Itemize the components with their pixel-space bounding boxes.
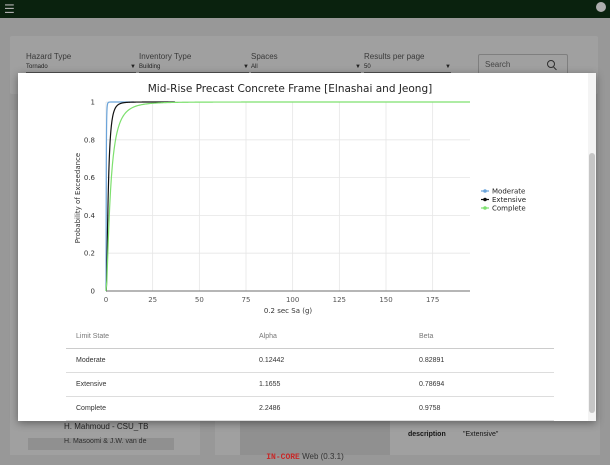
cell-limit-state: Extensive bbox=[76, 381, 107, 388]
table-row: Moderate 0.12442 0.82891 bbox=[66, 349, 554, 373]
y-axis-label: Probability of Exceedance bbox=[74, 153, 82, 243]
cell-alpha: 0.12442 bbox=[259, 357, 285, 364]
x-tick-label: 75 bbox=[242, 296, 251, 304]
dialog-scrollbar[interactable] bbox=[588, 73, 596, 421]
x-tick-label: 25 bbox=[148, 296, 157, 304]
cell-limit-state: Moderate bbox=[76, 357, 106, 364]
y-tick-label: 0 bbox=[91, 288, 95, 296]
series-line-extensive bbox=[105, 101, 176, 292]
cell-beta: 0.9758 bbox=[419, 405, 441, 412]
table-row: Complete 2.2486 0.9758 bbox=[66, 397, 554, 421]
y-tick-label: 1 bbox=[91, 99, 95, 107]
cell-limit-state: Complete bbox=[76, 405, 106, 412]
footer-brand: IN-CORE bbox=[266, 453, 300, 462]
header-limit-state: Limit State bbox=[76, 333, 110, 340]
series-line-complete bbox=[105, 101, 470, 292]
cell-alpha: 2.2486 bbox=[259, 405, 281, 412]
cell-beta: 0.78694 bbox=[419, 381, 445, 388]
y-tick-label: 0.8 bbox=[84, 136, 95, 144]
header-alpha: Alpha bbox=[259, 333, 277, 340]
x-axis-label: 0.2 sec Sa (g) bbox=[264, 307, 313, 315]
x-tick-label: 175 bbox=[426, 296, 439, 304]
x-tick-label: 125 bbox=[333, 296, 346, 304]
header-beta: Beta bbox=[419, 333, 434, 340]
cell-beta: 0.82891 bbox=[419, 357, 445, 364]
legend-label-extensive[interactable]: Extensive bbox=[492, 196, 526, 204]
limit-state-table: Limit State Alpha Beta Moderate 0.12442 … bbox=[66, 325, 554, 421]
table-header-row: Limit State Alpha Beta bbox=[66, 325, 554, 349]
x-tick-label: 0 bbox=[104, 296, 108, 304]
chart-title: Mid-Rise Precast Concrete Frame [Elnasha… bbox=[148, 83, 432, 95]
fragility-chart: Mid-Rise Precast Concrete Frame [Elnasha… bbox=[74, 83, 526, 315]
legend-marker-complete bbox=[483, 206, 487, 210]
y-tick-label: 0.6 bbox=[84, 174, 96, 182]
scrollbar-thumb[interactable] bbox=[589, 153, 595, 413]
legend-marker-extensive bbox=[483, 197, 487, 202]
fragility-curve-dialog: Mid-Rise Precast Concrete Frame [Elnasha… bbox=[18, 73, 596, 421]
footer: IN-CORE Web (0.3.1) bbox=[0, 452, 610, 462]
footer-version: Web (0.3.1) bbox=[299, 452, 344, 461]
legend-label-moderate[interactable]: Moderate bbox=[492, 188, 525, 196]
legend-label-complete[interactable]: Complete bbox=[492, 205, 526, 213]
y-tick-label: 0.2 bbox=[84, 250, 95, 258]
cell-alpha: 1.1655 bbox=[259, 381, 281, 388]
x-tick-label: 100 bbox=[286, 296, 299, 304]
y-tick-label: 0.4 bbox=[84, 212, 96, 220]
x-tick-label: 150 bbox=[379, 296, 392, 304]
table-row: Extensive 1.1655 0.78694 bbox=[66, 373, 554, 397]
legend-marker-moderate bbox=[483, 189, 487, 193]
x-tick-label: 50 bbox=[195, 296, 204, 304]
